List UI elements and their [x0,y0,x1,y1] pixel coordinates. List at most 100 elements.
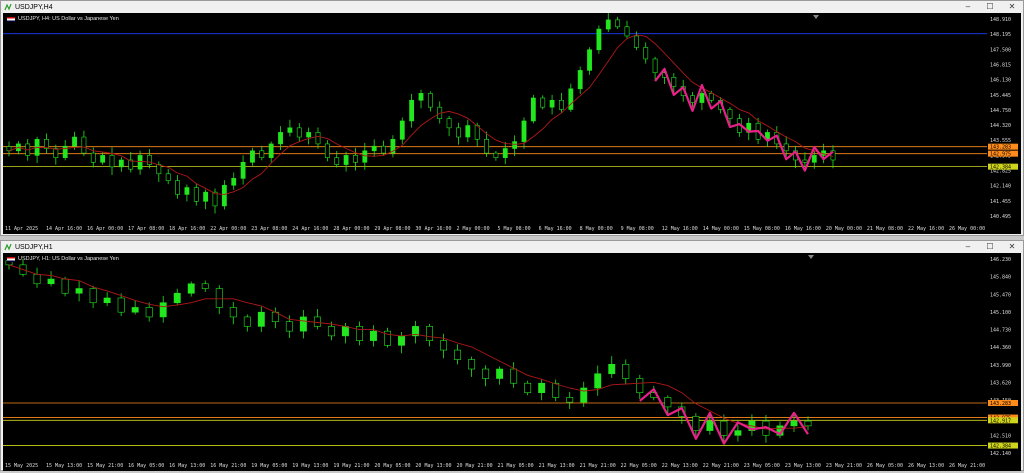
candlestick-chart[interactable] [3,253,987,459]
candle [165,173,171,181]
window-titlebar[interactable]: USDJPY,H1 – ☐ ✕ [1,241,1023,253]
minimize-button[interactable]: – [957,241,979,253]
time-tick-label: 29 Apr 08:00 [374,226,410,232]
candle [306,132,312,138]
candle [622,363,630,379]
time-axis[interactable]: 11 Apr 2025 14 Apr 16:00 16 Apr 00:00 17 Ap… [3,222,1021,234]
price-tick-label: 146.130 [990,78,1011,84]
candle [549,99,555,108]
price-axis[interactable]: 148.910 148.195 147.500 146.815 146.130 145.4… [987,13,1021,222]
chart-window-h4[interactable]: USDJPY,H4 – ☐ ✕ USDJPY, H4: US Dollar vs… [0,0,1024,236]
candle [468,359,476,370]
candle [577,70,583,90]
minimize-button[interactable]: – [957,1,979,13]
candle [398,335,405,346]
close-button[interactable]: ✕ [1001,241,1023,253]
chart-window-h1[interactable]: USDJPY,H1 – ☐ ✕ USDJPY, H1: US Dollar vs… [0,240,1024,471]
price-tick-label: 145.840 [990,275,1011,281]
candle [371,145,377,152]
candle [355,326,363,341]
time-tick-label: 21 May 05:00 [498,463,534,469]
price-tick-label: 144.750 [990,108,1011,114]
candle [615,19,621,28]
price-tick-label: 145.470 [990,292,1011,298]
candle [90,152,96,163]
price-chart-area[interactable]: USDJPY, H4: US Dollar vs Japanese Yen [3,13,987,222]
shift-marker-icon[interactable] [813,15,819,19]
time-tick-label: 23 Apr 08:00 [251,226,287,232]
candle [568,88,574,110]
time-tick-label: 21 May 08:00 [867,226,903,232]
candle [493,152,499,158]
candle [259,150,265,158]
time-tick-label: 11 Apr 2025 [5,226,38,232]
candle [343,155,349,165]
candle [643,47,649,60]
candle [137,155,143,170]
candle [510,368,518,384]
symbol-text: USDJPY, H4: US Dollar vs Japanese Yen [18,16,119,22]
candle [159,302,167,318]
time-tick-label: 17 Apr 08:00 [128,226,164,232]
time-tick-label: 22 May 21:00 [703,463,739,469]
time-axis[interactable]: 15 May 2025 15 May 13:00 15 May 21:00 16 Ma… [3,459,1021,471]
time-tick-label: 16 May 21:00 [210,463,246,469]
candle [409,99,415,122]
maximize-button[interactable]: ☐ [979,241,1001,253]
candle [353,155,358,163]
price-tick-label: 143.555 [990,138,1011,144]
candle [240,161,246,179]
time-tick-label: 21 May 13:00 [539,463,575,469]
candle [324,143,330,158]
symbol-label: USDJPY, H1: US Dollar vs Japanese Yen [7,256,119,262]
candle [524,382,532,394]
time-tick-label: 23 May 13:00 [785,463,821,469]
candle [381,145,386,154]
shift-marker-icon[interactable] [808,255,814,259]
candle [33,274,41,285]
price-chart-area[interactable]: USDJPY, H1: US Dollar vs Japanese Yen [3,253,987,459]
price-tick-label: 140.495 [990,214,1011,220]
us-flag-icon [7,16,15,22]
price-axis[interactable]: 146.230 145.840 145.470 145.100 144.730 144.3… [987,253,1021,459]
candle [596,28,602,51]
candle [605,19,611,30]
candle [117,297,125,313]
candle [215,288,223,308]
time-tick-label: 14 May 00:00 [703,226,739,232]
price-level-label: 142.917 [990,418,1011,424]
candle [566,397,574,403]
window-titlebar[interactable]: USDJPY,H4 – ☐ ✕ [1,1,1023,13]
time-tick-label: 20 May 00:00 [826,226,862,232]
candle [690,95,695,103]
candle [811,155,817,163]
candle [53,148,59,158]
candlestick-chart[interactable] [3,13,987,222]
candle [145,307,153,318]
time-tick-label: 12 May 16:00 [662,226,698,232]
time-tick-label: 16 May 16:00 [785,226,821,232]
candle [708,93,714,101]
time-tick-label: 22 May 05:00 [621,463,657,469]
price-tick-label: 144.360 [990,345,1011,351]
time-tick-label: 21 May 21:00 [580,463,616,469]
candle [315,132,321,145]
time-tick-label: 26 May 05:00 [867,463,903,469]
candle [147,155,152,165]
moving-average-line [8,264,809,430]
candle [502,148,508,158]
time-tick-label: 30 Apr 16:00 [415,226,451,232]
time-tick-label: 22 Apr 00:00 [210,226,246,232]
time-tick-label: 19 May 13:00 [292,463,328,469]
candle [362,150,368,163]
time-tick-label: 2 May 00:00 [456,226,489,232]
maximize-button[interactable]: ☐ [979,1,1001,13]
close-button[interactable]: ✕ [1001,1,1023,13]
candle [287,127,293,133]
candle [75,288,83,294]
candle [296,127,302,138]
time-tick-label: 26 May 00:00 [949,226,985,232]
candle [193,187,199,202]
candle [552,382,560,398]
price-tick-label: 144.730 [990,328,1011,334]
